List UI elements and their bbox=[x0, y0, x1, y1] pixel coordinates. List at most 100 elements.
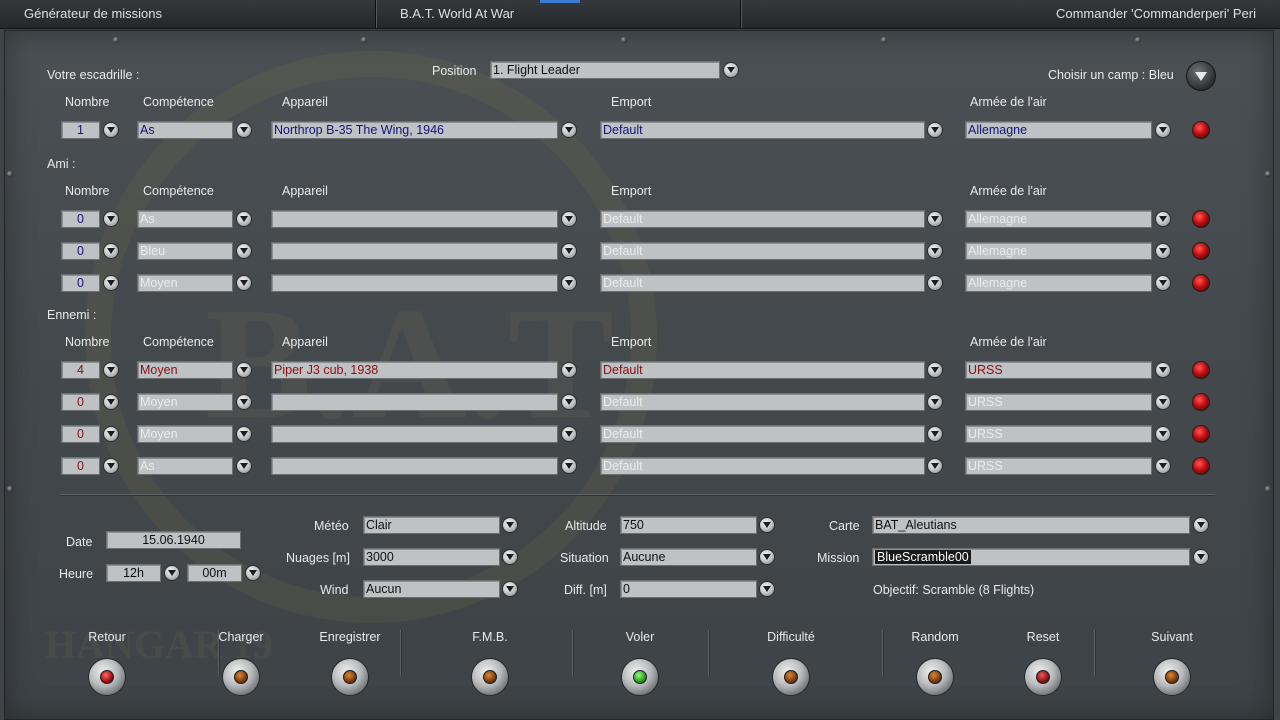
squad-row-nombre-dropdown-icon[interactable] bbox=[103, 122, 119, 138]
altitude-dropdown-icon[interactable] bbox=[759, 517, 775, 533]
friend-row-3-emport-field[interactable]: Default bbox=[600, 274, 925, 292]
friend-row-1-emport-dropdown-icon[interactable] bbox=[927, 211, 943, 227]
enemy-row-4-armee-dropdown-icon[interactable] bbox=[1155, 458, 1171, 474]
mission-select[interactable]: BlueScramble00 bbox=[872, 548, 1190, 566]
enemy-row-3-competence-field[interactable]: Moyen bbox=[137, 425, 233, 443]
friend-row-1-toggle-light[interactable] bbox=[1192, 210, 1210, 228]
hour-field[interactable]: 12h bbox=[106, 564, 161, 582]
enemy-row-1-toggle-light[interactable] bbox=[1192, 361, 1210, 379]
charger-button[interactable] bbox=[222, 658, 260, 696]
enemy-row-2-armee-dropdown-icon[interactable] bbox=[1155, 394, 1171, 410]
friend-row-2-emport-field[interactable]: Default bbox=[600, 242, 925, 260]
squad-row-emport-dropdown-icon[interactable] bbox=[927, 122, 943, 138]
enemy-row-1-nombre-dropdown-icon[interactable] bbox=[103, 362, 119, 378]
friend-row-3-competence-field[interactable]: Moyen bbox=[137, 274, 233, 292]
enemy-row-3-emport-field[interactable]: Default bbox=[600, 425, 925, 443]
enemy-row-2-emport-dropdown-icon[interactable] bbox=[927, 394, 943, 410]
random-button[interactable] bbox=[916, 658, 954, 696]
friend-row-1-armee-dropdown-icon[interactable] bbox=[1155, 211, 1171, 227]
friend-row-2-armee-field[interactable]: Allemagne bbox=[965, 242, 1152, 260]
friend-row-2-appareil-dropdown-icon[interactable] bbox=[561, 243, 577, 259]
enemy-row-2-appareil-field[interactable] bbox=[271, 393, 558, 411]
enemy-row-3-appareil-field[interactable] bbox=[271, 425, 558, 443]
situation-select[interactable]: Aucune bbox=[620, 548, 757, 566]
friend-row-2-competence-field[interactable]: Bleu bbox=[137, 242, 233, 260]
enemy-row-1-competence-field[interactable]: Moyen bbox=[137, 361, 233, 379]
enemy-row-4-nombre-dropdown-icon[interactable] bbox=[103, 458, 119, 474]
choose-camp-button[interactable] bbox=[1186, 61, 1216, 91]
friend-row-3-nombre-field[interactable]: 0 bbox=[61, 274, 100, 292]
squad-row-appareil-dropdown-icon[interactable] bbox=[561, 122, 577, 138]
enemy-row-1-competence-dropdown-icon[interactable] bbox=[236, 362, 252, 378]
enemy-row-1-appareil-field[interactable]: Piper J3 cub, 1938 bbox=[271, 361, 558, 379]
wind-select[interactable]: Aucun bbox=[363, 580, 500, 598]
friend-row-3-appareil-dropdown-icon[interactable] bbox=[561, 275, 577, 291]
enemy-row-4-competence-dropdown-icon[interactable] bbox=[236, 458, 252, 474]
position-dropdown-icon[interactable] bbox=[723, 62, 739, 78]
squad-row-nombre-field[interactable]: 1 bbox=[61, 121, 100, 139]
enemy-row-4-appareil-field[interactable] bbox=[271, 457, 558, 475]
enemy-row-3-nombre-dropdown-icon[interactable] bbox=[103, 426, 119, 442]
squad-row-competence-dropdown-icon[interactable] bbox=[236, 122, 252, 138]
mission-dropdown-icon[interactable] bbox=[1193, 549, 1209, 565]
enemy-row-1-armee-field[interactable]: URSS bbox=[965, 361, 1152, 379]
friend-row-1-competence-field[interactable]: As bbox=[137, 210, 233, 228]
enemy-row-3-appareil-dropdown-icon[interactable] bbox=[561, 426, 577, 442]
friend-row-3-appareil-field[interactable] bbox=[271, 274, 558, 292]
friend-row-1-appareil-field[interactable] bbox=[271, 210, 558, 228]
meteo-dropdown-icon[interactable] bbox=[502, 517, 518, 533]
friend-row-1-competence-dropdown-icon[interactable] bbox=[236, 211, 252, 227]
diff-dropdown-icon[interactable] bbox=[759, 581, 775, 597]
nuages-select[interactable]: 3000 bbox=[363, 548, 500, 566]
friend-row-2-competence-dropdown-icon[interactable] bbox=[236, 243, 252, 259]
friend-row-2-nombre-dropdown-icon[interactable] bbox=[103, 243, 119, 259]
squad-row-emport-field[interactable]: Default bbox=[600, 121, 925, 139]
enemy-row-3-armee-dropdown-icon[interactable] bbox=[1155, 426, 1171, 442]
suivant-button[interactable] bbox=[1153, 658, 1191, 696]
friend-row-2-emport-dropdown-icon[interactable] bbox=[927, 243, 943, 259]
difficulte-button[interactable] bbox=[772, 658, 810, 696]
enemy-row-2-armee-field[interactable]: URSS bbox=[965, 393, 1152, 411]
position-select[interactable]: 1. Flight Leader bbox=[490, 61, 720, 79]
enemy-row-2-toggle-light[interactable] bbox=[1192, 393, 1210, 411]
friend-row-3-toggle-light[interactable] bbox=[1192, 274, 1210, 292]
friend-row-1-nombre-dropdown-icon[interactable] bbox=[103, 211, 119, 227]
squad-row-competence-field[interactable]: As bbox=[137, 121, 233, 139]
diff-select[interactable]: 0 bbox=[620, 580, 757, 598]
friend-row-2-toggle-light[interactable] bbox=[1192, 242, 1210, 260]
enemy-row-1-appareil-dropdown-icon[interactable] bbox=[561, 362, 577, 378]
enemy-row-4-emport-field[interactable]: Default bbox=[600, 457, 925, 475]
friend-row-3-nombre-dropdown-icon[interactable] bbox=[103, 275, 119, 291]
enemy-row-3-armee-field[interactable]: URSS bbox=[965, 425, 1152, 443]
friend-row-3-armee-field[interactable]: Allemagne bbox=[965, 274, 1152, 292]
squad-row-armee-dropdown-icon[interactable] bbox=[1155, 122, 1171, 138]
carte-select[interactable]: BAT_Aleutians bbox=[872, 516, 1190, 534]
meteo-select[interactable]: Clair bbox=[363, 516, 500, 534]
enemy-row-1-armee-dropdown-icon[interactable] bbox=[1155, 362, 1171, 378]
hour-dropdown-icon[interactable] bbox=[164, 565, 180, 581]
date-field[interactable]: 15.06.1940 bbox=[106, 531, 241, 549]
friend-row-2-nombre-field[interactable]: 0 bbox=[61, 242, 100, 260]
enemy-row-1-emport-field[interactable]: Default bbox=[600, 361, 925, 379]
enemy-row-3-emport-dropdown-icon[interactable] bbox=[927, 426, 943, 442]
squad-row-appareil-field[interactable]: Northrop B-35 The Wing, 1946 bbox=[271, 121, 558, 139]
enemy-row-4-competence-field[interactable]: As bbox=[137, 457, 233, 475]
enemy-row-3-toggle-light[interactable] bbox=[1192, 425, 1210, 443]
friend-row-3-emport-dropdown-icon[interactable] bbox=[927, 275, 943, 291]
friend-row-1-nombre-field[interactable]: 0 bbox=[61, 210, 100, 228]
enemy-row-2-nombre-field[interactable]: 0 bbox=[61, 393, 100, 411]
carte-dropdown-icon[interactable] bbox=[1193, 517, 1209, 533]
squad-row-toggle-light[interactable] bbox=[1192, 121, 1210, 139]
friend-row-3-competence-dropdown-icon[interactable] bbox=[236, 275, 252, 291]
friend-row-3-armee-dropdown-icon[interactable] bbox=[1155, 275, 1171, 291]
enemy-row-2-competence-field[interactable]: Moyen bbox=[137, 393, 233, 411]
altitude-select[interactable]: 750 bbox=[620, 516, 757, 534]
enemy-row-4-nombre-field[interactable]: 0 bbox=[61, 457, 100, 475]
enemy-row-4-toggle-light[interactable] bbox=[1192, 457, 1210, 475]
enemy-row-4-appareil-dropdown-icon[interactable] bbox=[561, 458, 577, 474]
reset-button[interactable] bbox=[1024, 658, 1062, 696]
enemy-row-2-competence-dropdown-icon[interactable] bbox=[236, 394, 252, 410]
enemy-row-2-nombre-dropdown-icon[interactable] bbox=[103, 394, 119, 410]
enemy-row-3-nombre-field[interactable]: 0 bbox=[61, 425, 100, 443]
wind-dropdown-icon[interactable] bbox=[502, 581, 518, 597]
